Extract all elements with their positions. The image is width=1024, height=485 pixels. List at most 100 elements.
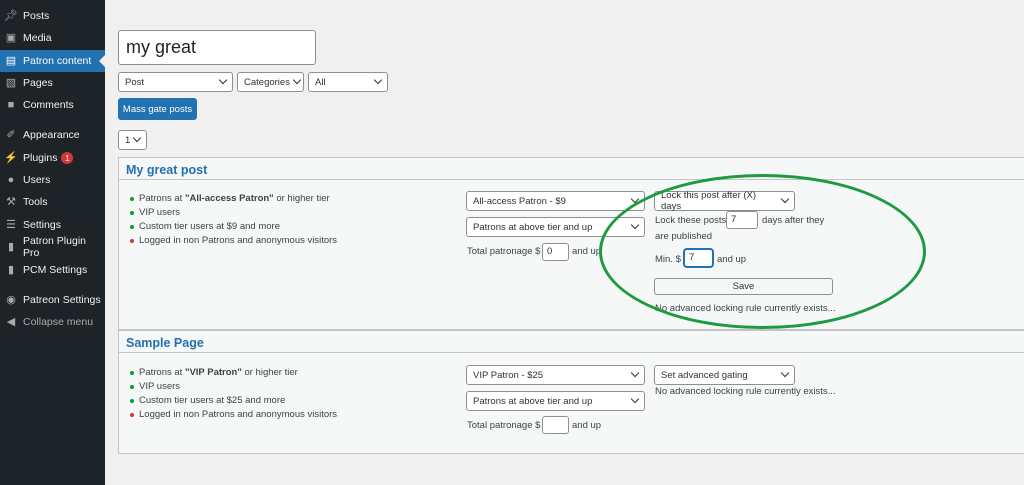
sidebar-item-label: Comments [23,99,74,111]
select-value: Categories [244,76,290,88]
page-icon: ▤ [5,54,17,67]
access-item: Logged in non Patrons and anonymous visi… [129,408,337,422]
select-value: Lock this post after (X) days [661,190,757,212]
access-item: Logged in non Patrons and anonymous visi… [129,234,337,248]
select-value: Patrons at above tier and up [473,221,593,233]
post-panel-my-great-post: My great post Patrons at "All-access Pat… [118,157,1024,330]
chevron-down-icon [133,133,142,143]
sidebar-item-patreon-settings[interactable]: ◉ Patreon Settings [0,289,105,311]
sidebar-item-label: Collapse menu [23,316,94,328]
sidebar-item-settings[interactable]: ☰ Settings [0,214,105,236]
sidebar-item-pages[interactable]: ▧ Pages [0,72,105,94]
sidebar-item-label: Pages [23,77,53,89]
lock-these-posts-label: Lock these posts [655,215,727,226]
plug-icon: ⚡ [4,151,18,164]
sidebar-item-label: Patreon Settings [23,294,101,306]
sidebar-item-label: PCM Settings [23,264,88,276]
lock-rule-select[interactable]: Lock this post after (X) days [654,190,795,212]
sidebar-item-label: Settings [23,219,61,231]
tier-select[interactable]: All-access Patron - $9 [466,191,645,211]
access-item: VIP users [129,206,337,220]
wrench-icon: ⚒ [6,195,16,208]
min-amount-label: Min. $ [655,254,681,265]
chevron-down-icon [780,368,790,378]
comment-icon: ■ [7,98,15,111]
media-icon: ▣ [5,31,17,44]
sidebar-item-media[interactable]: ▣ Media [0,27,105,49]
save-button[interactable]: Save [654,278,833,295]
sidebar-item-plugins[interactable]: ⚡ Plugins 1 [0,147,105,169]
chevron-down-icon [630,368,640,378]
sidebar-item-label: Patron content [23,55,92,67]
categories-select[interactable]: Categories [237,72,304,92]
admin-sidebar: 📌︎ Posts ▣ Media ▤ Patron content ▧ Page… [0,0,105,485]
sidebar-item-patron-plugin-pro[interactable]: ▮ Patron Plugin Pro [0,235,105,259]
chevron-down-icon [630,194,640,204]
select-value: Post [125,76,145,88]
sidebar-item-label: Tools [23,196,48,208]
select-value: Set advanced gating [661,369,748,381]
and-up-label: and up [572,246,602,257]
patreon-circle-icon: ◉ [6,293,16,306]
select-value: All [315,76,326,88]
sidebar-item-patron-content[interactable]: ▤ Patron content [0,50,105,72]
rule-select[interactable]: Patrons at above tier and up [466,217,645,237]
sidebar-item-users[interactable]: ● Users [0,169,105,191]
total-patronage-input[interactable] [542,416,569,434]
and-up-label: and up [572,420,602,431]
tier-select[interactable]: VIP Patron - $25 [466,365,645,385]
sidebar-item-pcm-settings[interactable]: ▮ PCM Settings [0,259,105,281]
collapse-menu-button[interactable]: ◀ Collapse menu [0,311,105,333]
pages-icon: ▧ [5,76,17,89]
sliders-icon: ☰ [6,218,16,231]
advanced-gating-select[interactable]: Set advanced gating [654,365,795,385]
post-panel-sample-page: Sample Page Patrons at "VIP Patron" or h… [118,330,1024,454]
chevron-down-icon [373,75,383,85]
sidebar-item-label: Patron Plugin Pro [22,235,86,259]
select-value: 1 [125,134,131,146]
lock-days-input[interactable]: 7 [726,211,758,229]
mass-gate-posts-button[interactable]: Mass gate posts [118,98,197,120]
total-patronage-input[interactable]: 0 [542,243,569,261]
post-title[interactable]: Sample Page [119,331,1024,353]
main-content: my great Post Categories All Mass gate p… [105,0,1024,485]
sidebar-item-tools[interactable]: ⚒ Tools [0,191,105,213]
access-item: Patrons at "VIP Patron" or higher tier [129,366,337,380]
access-item: Custom tier users at $9 and more [129,220,337,234]
chevron-down-icon [292,75,302,85]
chevron-down-icon [630,220,640,230]
sidebar-item-appearance[interactable]: ✐ Appearance [0,124,105,146]
post-title[interactable]: My great post [119,158,1024,180]
search-input[interactable]: my great [118,30,316,65]
select-value: All-access Patron - $9 [473,195,566,207]
total-patronage-label: Total patronage $ [467,420,541,431]
sidebar-item-label: Plugins [23,152,58,164]
no-rule-message: No advanced locking rule currently exist… [655,303,836,314]
collapse-icon: ◀ [6,315,16,328]
patreon-icon: ▮ [7,240,14,253]
access-item: Patrons at "All-access Patron" or higher… [129,192,337,206]
are-published-label: are published [655,231,713,242]
days-after-label: days after they [762,215,825,226]
select-value: VIP Patron - $25 [473,369,544,381]
brush-icon: ✐ [6,128,16,141]
min-amount-input[interactable]: 7 [684,249,713,267]
chevron-down-icon [630,394,640,404]
sidebar-item-label: Posts [23,10,50,22]
chevron-down-icon [780,194,790,204]
sidebar-item-comments[interactable]: ■ Comments [0,94,105,116]
chevron-down-icon [218,75,228,85]
all-select[interactable]: All [308,72,388,92]
post-type-select[interactable]: Post [118,72,233,92]
patreon-icon: ▮ [7,263,15,276]
user-icon: ● [7,173,15,186]
rule-select[interactable]: Patrons at above tier and up [466,391,645,411]
no-rule-message: No advanced locking rule currently exist… [655,386,836,397]
total-patronage-label: Total patronage $ [467,246,541,257]
access-item: VIP users [129,380,337,394]
pin-icon: 📌︎ [4,9,18,22]
page-select[interactable]: 1 [118,130,147,150]
update-count-badge: 1 [61,152,74,164]
sidebar-item-posts[interactable]: 📌︎ Posts [0,5,105,27]
sidebar-item-label: Appearance [23,129,80,141]
